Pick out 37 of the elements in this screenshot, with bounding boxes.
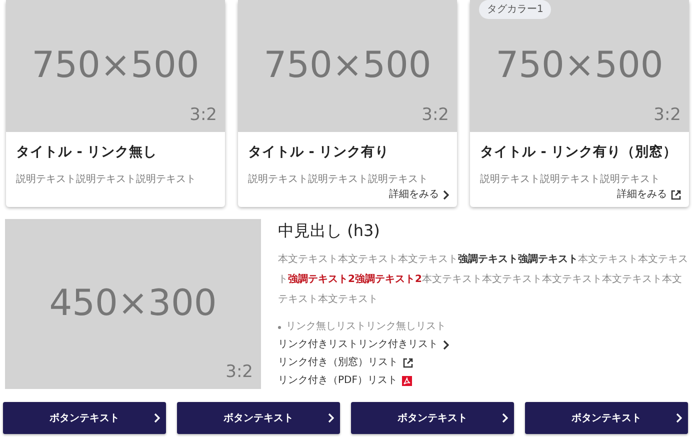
button[interactable]: ボタンテキスト	[351, 402, 514, 434]
button[interactable]: ボタンテキスト	[3, 402, 166, 434]
external-link-icon	[403, 358, 413, 368]
placeholder-size-label: 750×500	[496, 44, 664, 88]
pdf-icon	[402, 376, 412, 386]
placeholder-size-label: 750×500	[264, 44, 432, 88]
list-link[interactable]: リンク付き（別窓）リスト	[278, 354, 413, 372]
card-title: タイトル - リンク有り（別窓）	[480, 143, 678, 162]
external-link-icon	[671, 190, 681, 200]
aspect-ratio-label: 3:2	[226, 360, 253, 384]
tag: タグカラー1	[479, 0, 552, 19]
list-link[interactable]: リンク付きリストリンク付きリスト	[278, 336, 449, 354]
details-link[interactable]: 詳細をみる	[389, 187, 449, 202]
chevron-right-icon	[443, 190, 449, 200]
chevron-right-icon	[154, 413, 160, 424]
button[interactable]: ボタンテキスト	[177, 402, 340, 434]
aspect-ratio-label: 3:2	[422, 104, 449, 126]
aspect-ratio-label: 3:2	[190, 104, 217, 126]
body-paragraph: 本文テキスト本文テキスト本文テキスト 強調テキスト強調テキスト本文テキスト本文テキスト 強調テキスト2強調テキスト2本文テキスト本文テキスト本文テキスト本文テキスト本文テキスト本文テキスト	[278, 252, 689, 308]
list-link[interactable]: リンク付き（PDF）リスト	[278, 372, 412, 390]
card-description: 説明テキスト説明テキスト説明テキスト	[480, 172, 661, 188]
card-title: タイトル - リンク有り	[248, 143, 390, 162]
button[interactable]: ボタンテキスト	[525, 402, 688, 434]
section-heading: 中見出し (h3)	[278, 221, 381, 240]
chevron-right-icon	[443, 340, 449, 350]
chevron-right-icon	[676, 413, 682, 424]
aspect-ratio-label: 3:2	[654, 104, 681, 126]
chevron-right-icon	[328, 413, 334, 424]
bullet-icon	[278, 326, 281, 329]
card-description: 説明テキスト説明テキスト説明テキスト	[248, 172, 429, 188]
list-item: リンク無しリストリンク無しリスト	[286, 320, 446, 334]
details-link[interactable]: 詳細をみる	[617, 187, 681, 202]
placeholder-size-label: 750×500	[32, 44, 200, 88]
card-title: タイトル - リンク無し	[16, 143, 158, 162]
chevron-right-icon	[502, 413, 508, 424]
placeholder-size-label: 450×300	[49, 282, 217, 326]
card-description: 説明テキスト説明テキスト説明テキスト	[16, 172, 197, 188]
